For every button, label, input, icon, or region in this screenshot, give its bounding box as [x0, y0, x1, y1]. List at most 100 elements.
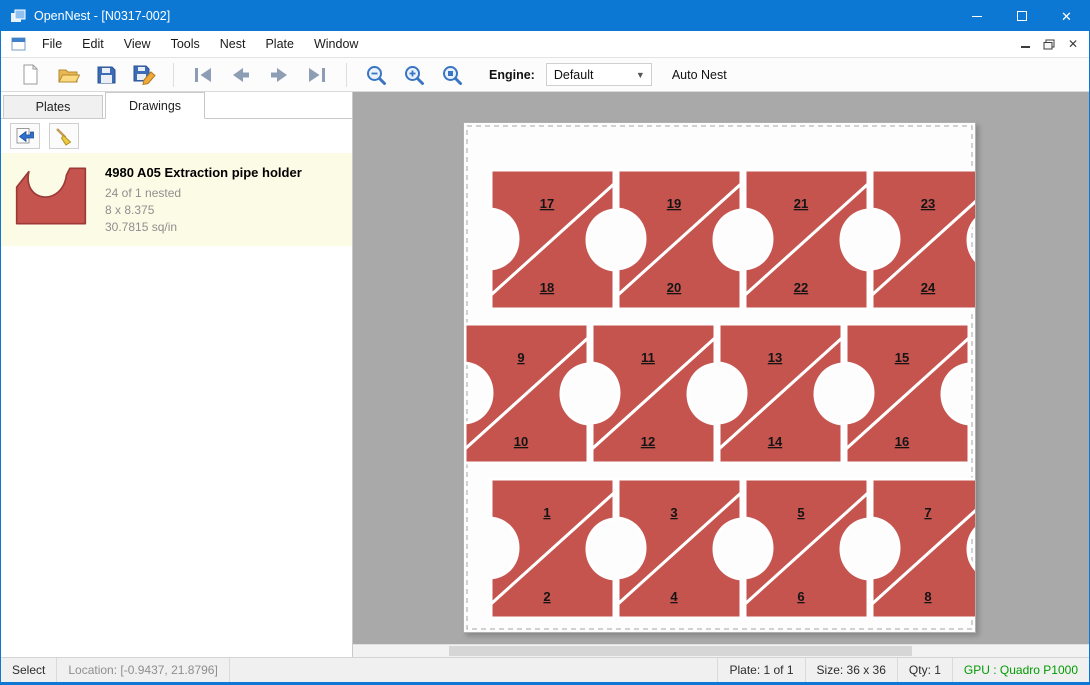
- menu-view[interactable]: View: [114, 31, 161, 57]
- nav-next-icon: [268, 65, 290, 85]
- clean-broom-icon: [54, 126, 74, 146]
- nav-prev-button[interactable]: [224, 61, 258, 89]
- mdi-window-controls: ✕: [1013, 33, 1089, 55]
- status-location: Location: [-0.9437, 21.8796]: [57, 658, 229, 682]
- save-button[interactable]: [89, 61, 123, 89]
- part-number-label[interactable]: 7: [924, 505, 931, 520]
- menu-tools[interactable]: Tools: [161, 31, 210, 57]
- part-number-label[interactable]: 15: [895, 350, 909, 365]
- status-qty: Qty: 1: [897, 658, 952, 682]
- main-toolbar: Engine: Default ▼ Auto Nest: [1, 58, 1089, 92]
- part-number-label[interactable]: 14: [768, 434, 783, 449]
- nav-first-button[interactable]: [186, 61, 220, 89]
- status-mode: Select: [1, 658, 57, 682]
- drawing-dimensions: 8 x 8.375: [105, 202, 302, 219]
- nav-next-button[interactable]: [262, 61, 296, 89]
- part-number-label[interactable]: 18: [540, 280, 554, 295]
- auto-nest-button[interactable]: Auto Nest: [672, 68, 727, 82]
- mdi-minimize-icon: [1021, 46, 1030, 48]
- engine-label: Engine:: [489, 68, 535, 82]
- statusbar: Select Location: [-0.9437, 21.8796] Plat…: [1, 657, 1089, 682]
- save-edit-button[interactable]: [127, 61, 161, 89]
- open-button[interactable]: [51, 61, 85, 89]
- window-title: OpenNest - [N0317-002]: [34, 9, 954, 23]
- zoom-in-button[interactable]: [397, 61, 431, 89]
- maximize-icon: [1017, 11, 1027, 21]
- import-drawing-button[interactable]: [10, 123, 40, 149]
- part-number-label[interactable]: 2: [543, 589, 550, 604]
- part-number-label[interactable]: 5: [797, 505, 804, 520]
- titlebar: OpenNest - [N0317-002] ✕: [1, 1, 1089, 31]
- status-plate: Plate: 1 of 1: [717, 658, 804, 682]
- close-icon: ✕: [1061, 10, 1072, 23]
- menu-edit[interactable]: Edit: [72, 31, 114, 57]
- menu-plate[interactable]: Plate: [255, 31, 304, 57]
- nav-first-icon: [192, 65, 214, 85]
- status-spacer: [230, 658, 718, 682]
- new-file-icon: [21, 64, 40, 85]
- app-icon: [10, 8, 26, 24]
- part-number-label[interactable]: 11: [641, 350, 655, 365]
- panel-toolbar: [1, 119, 352, 153]
- part-number-label[interactable]: 24: [921, 280, 936, 295]
- plate: 171819202122232491011121314151612345678: [463, 122, 976, 633]
- part-number-label[interactable]: 13: [768, 350, 782, 365]
- app-window: OpenNest - [N0317-002] ✕ File Edit View …: [0, 0, 1090, 685]
- part-number-label[interactable]: 16: [895, 434, 909, 449]
- mdi-close-button[interactable]: ✕: [1061, 33, 1085, 55]
- part-number-label[interactable]: 3: [670, 505, 677, 520]
- toolbar-separator: [173, 63, 174, 87]
- engine-select[interactable]: Default ▼: [546, 63, 652, 86]
- menu-nest[interactable]: Nest: [210, 31, 256, 57]
- drawing-info: 4980 A05 Extraction pipe holder 24 of 1 …: [105, 163, 302, 236]
- menu-file[interactable]: File: [32, 31, 72, 57]
- nav-prev-icon: [230, 65, 252, 85]
- new-button[interactable]: [13, 61, 47, 89]
- status-gpu: GPU : Quadro P1000: [952, 658, 1089, 682]
- mdi-close-icon: ✕: [1068, 38, 1078, 50]
- drawing-list-item[interactable]: 4980 A05 Extraction pipe holder 24 of 1 …: [1, 153, 352, 246]
- content-area: Plates Drawings: [1, 92, 1089, 657]
- part-number-label[interactable]: 1: [543, 505, 550, 520]
- part-thumbnail-icon: [11, 163, 91, 229]
- save-icon: [97, 65, 116, 84]
- menu-window[interactable]: Window: [304, 31, 368, 57]
- close-button[interactable]: ✕: [1044, 1, 1089, 31]
- part-number-label[interactable]: 17: [540, 196, 554, 211]
- horizontal-scrollbar[interactable]: [353, 644, 1089, 657]
- drawing-title: 4980 A05 Extraction pipe holder: [105, 165, 302, 180]
- part-number-label[interactable]: 4: [670, 589, 678, 604]
- toolbar-separator: [346, 63, 347, 87]
- tab-drawings[interactable]: Drawings: [105, 92, 205, 119]
- part-number-label[interactable]: 9: [517, 350, 524, 365]
- part-number-label[interactable]: 19: [667, 196, 681, 211]
- minimize-button[interactable]: [954, 1, 999, 31]
- clean-button[interactable]: [49, 123, 79, 149]
- part-number-label[interactable]: 20: [667, 280, 681, 295]
- mdi-restore-button[interactable]: [1037, 33, 1061, 55]
- zoom-fit-button[interactable]: [435, 61, 469, 89]
- zoom-in-icon: [403, 64, 425, 86]
- part-number-label[interactable]: 10: [514, 434, 528, 449]
- drawing-list-empty-area: [1, 246, 352, 657]
- part-number-label[interactable]: 22: [794, 280, 808, 295]
- part-number-label[interactable]: 12: [641, 434, 655, 449]
- left-panel: Plates Drawings: [1, 92, 353, 657]
- part-number-label[interactable]: 21: [794, 196, 808, 211]
- menubar: File Edit View Tools Nest Plate Window ✕: [1, 31, 1089, 58]
- zoom-out-button[interactable]: [359, 61, 393, 89]
- part-number-label[interactable]: 23: [921, 196, 935, 211]
- part-number-label[interactable]: 8: [924, 589, 931, 604]
- nav-last-icon: [306, 65, 328, 85]
- maximize-button[interactable]: [999, 1, 1044, 31]
- panel-tabstrip: Plates Drawings: [1, 92, 352, 119]
- mdi-restore-icon: [1043, 39, 1055, 50]
- nav-last-button[interactable]: [300, 61, 334, 89]
- tab-plates[interactable]: Plates: [3, 95, 103, 118]
- zoom-out-icon: [365, 64, 387, 86]
- zoom-fit-icon: [441, 64, 463, 86]
- part-number-label[interactable]: 6: [797, 589, 804, 604]
- nest-canvas[interactable]: 171819202122232491011121314151612345678: [353, 92, 1089, 657]
- mdi-minimize-button[interactable]: [1013, 33, 1037, 55]
- horizontal-scrollbar-thumb[interactable]: [449, 646, 913, 656]
